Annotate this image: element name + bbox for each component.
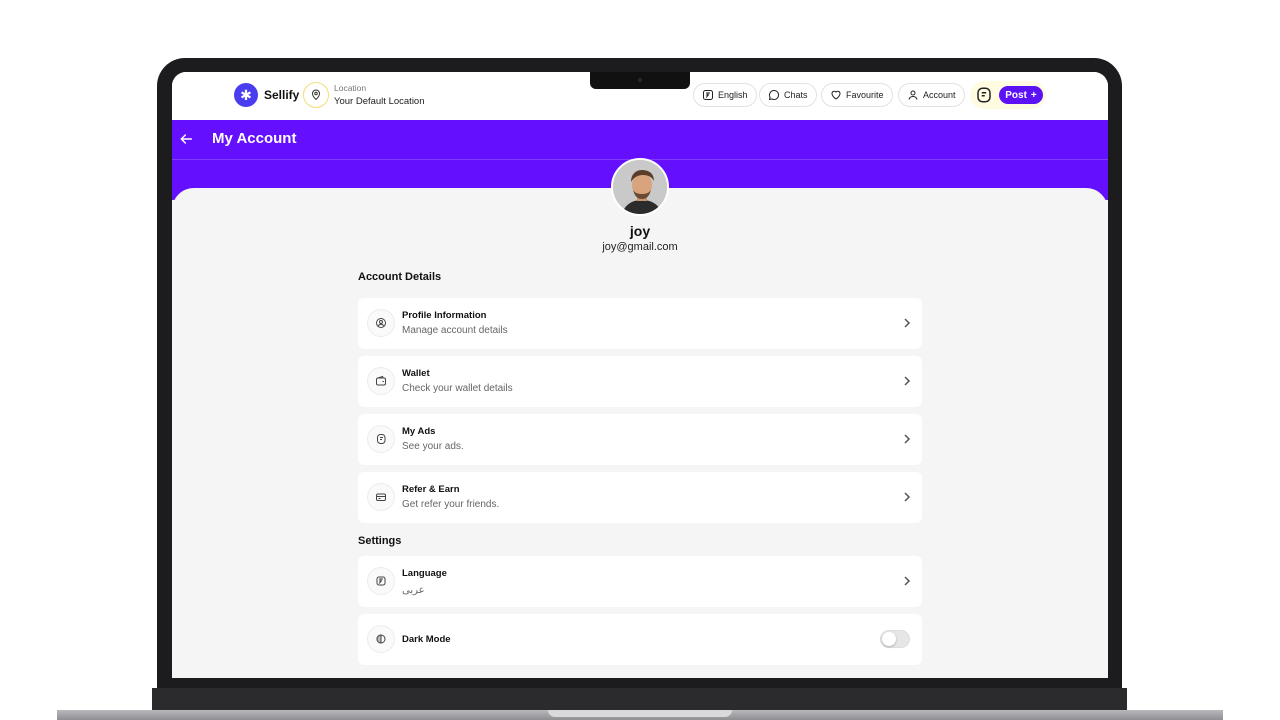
location-value[interactable]: Your Default Location (334, 96, 425, 107)
avatar[interactable] (611, 158, 669, 216)
chat-bubble-icon (768, 89, 780, 101)
card-title: Dark Mode (402, 634, 451, 645)
card-title: My Ads (402, 426, 436, 437)
chevron-right-icon (904, 576, 911, 586)
heart-icon (831, 90, 841, 100)
user-circle-icon (376, 318, 386, 328)
card-subtitle: Manage account details (402, 325, 508, 336)
chevron-right-icon (904, 492, 911, 502)
card-title: Profile Information (402, 310, 487, 321)
sellify-logo-icon[interactable]: ✱ (234, 83, 258, 107)
settings-title: Settings (358, 535, 402, 547)
location-pin-icon[interactable] (303, 82, 329, 108)
chats-label: Chats (784, 90, 808, 100)
account-details-title: Account Details (358, 271, 442, 283)
card-icon (376, 493, 386, 501)
card-subtitle: Check your wallet details (402, 383, 513, 394)
card-subtitle: عربى (402, 585, 425, 596)
theme-icon (376, 634, 386, 644)
ads-icon (377, 434, 386, 444)
translate-icon (703, 90, 713, 100)
card-title: Refer & Earn (402, 484, 460, 495)
post-label: Post (1005, 89, 1027, 101)
card-subtitle: Get refer your friends. (402, 499, 500, 510)
language-label: English (718, 90, 748, 100)
translate-icon (376, 576, 386, 586)
account-button[interactable]: Account (898, 83, 965, 107)
favourite-button[interactable]: Favourite (821, 83, 893, 107)
my-ads-card[interactable]: My Ads See your ads. (358, 414, 922, 465)
dark-mode-toggle[interactable] (880, 630, 910, 648)
laptop-base (0, 710, 1280, 720)
wallet-icon (376, 375, 386, 386)
chevron-right-icon (904, 376, 911, 386)
card-title: Wallet (402, 368, 430, 379)
camera-notch (590, 72, 690, 89)
plus-icon: + (1030, 89, 1037, 101)
brand-name[interactable]: Sellify (264, 88, 299, 102)
location-label: Location (334, 83, 367, 93)
laptop-base-lip (548, 710, 732, 717)
app-screen: ✱ Sellify Location Your Default Location… (172, 72, 1108, 678)
user-name: joy (629, 223, 651, 239)
profile-information-card[interactable]: Profile Information Manage account detai… (358, 298, 922, 349)
dark-mode-card: Dark Mode (358, 614, 922, 665)
user-icon (908, 90, 918, 100)
back-arrow-icon[interactable] (178, 131, 194, 147)
card-subtitle: See your ads. (402, 441, 464, 452)
wallet-card[interactable]: Wallet Check your wallet details (358, 356, 922, 407)
user-email: joy@gmail.com (602, 241, 678, 253)
refer-earn-card[interactable]: Refer & Earn Get refer your friends. (358, 472, 922, 523)
chats-button[interactable]: Chats (759, 83, 817, 107)
chevron-right-icon (904, 318, 911, 328)
toggle-knob (882, 632, 896, 646)
post-button[interactable]: Post + (999, 86, 1043, 104)
ads-icon[interactable] (975, 86, 993, 104)
language-button[interactable]: English (693, 83, 757, 107)
language-card[interactable]: Language عربى (358, 556, 922, 607)
favourite-label: Favourite (846, 90, 884, 100)
account-label: Account (923, 90, 956, 100)
camera-icon (638, 78, 642, 82)
page-title: My Account (212, 130, 297, 147)
laptop-hinge (152, 688, 1127, 710)
chevron-right-icon (904, 434, 911, 444)
card-title: Language (402, 568, 447, 579)
